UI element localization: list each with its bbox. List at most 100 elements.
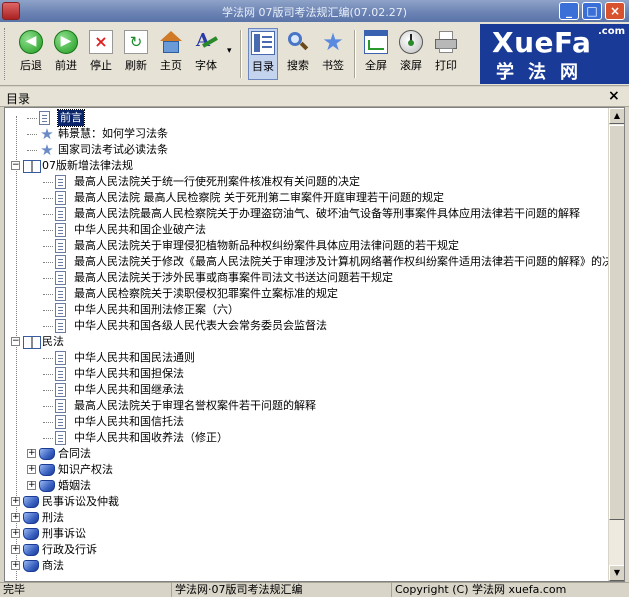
expand-icon[interactable]: + (11, 529, 20, 538)
back-button[interactable]: ◀ 后退 (16, 28, 46, 80)
tree-item[interactable]: + 行政及行诉 (5, 542, 608, 558)
folder-gem-icon (39, 464, 55, 476)
tree-item[interactable]: 最高人民法院关于统一行使死刑案件核准权有关问题的决定 (5, 174, 608, 190)
home-icon (159, 30, 183, 54)
status-copyright: Copyright (C) 学法网 xuefa.com (395, 583, 567, 596)
font-button[interactable]: A 字体 (191, 28, 221, 80)
tree-item-label: 最高人民法院关于统一行使死刑案件核准权有关问题的决定 (74, 175, 360, 188)
tree-item[interactable]: 最高人民检察院关于渎职侵权犯罪案件立案标准的规定 (5, 286, 608, 302)
expand-icon[interactable]: + (11, 561, 20, 570)
close-button[interactable]: × (605, 2, 625, 20)
toolbar-separator (240, 30, 242, 78)
forward-button[interactable]: ▶ 前进 (51, 28, 81, 80)
open-book-icon (23, 160, 41, 173)
tree-item[interactable]: 前言 (5, 109, 608, 127)
document-icon (55, 223, 66, 237)
tree-guide-line (43, 358, 53, 359)
tree-item[interactable]: − 07版新增法律法规 (5, 158, 608, 174)
minimize-button[interactable]: _ (559, 2, 579, 20)
xuefa-logo: XueFa .com 学法网 (480, 24, 629, 84)
tree-item[interactable]: ★ 韩景慧：如何学习法条 (5, 126, 608, 142)
tree-guide-line (43, 278, 53, 279)
tree-item[interactable]: + 婚姻法 (5, 478, 608, 494)
tree-item[interactable]: 中华人民共和国担保法 (5, 366, 608, 382)
tree-guide-line (43, 374, 53, 375)
maximize-button[interactable]: □ (582, 2, 602, 20)
tree-item[interactable]: 最高人民法院关于审理名誉权案件若干问题的解释 (5, 398, 608, 414)
collapse-icon[interactable]: − (11, 337, 20, 346)
tree-item[interactable]: 中华人民共和国刑法修正案（六） (5, 302, 608, 318)
tree-item-label: 行政及行诉 (42, 543, 97, 556)
autoscroll-button[interactable]: 滚屏 (396, 28, 426, 80)
tree-guide-line (43, 310, 53, 311)
tree-item[interactable]: 中华人民共和国民法通则 (5, 350, 608, 366)
toolbar-grip[interactable] (4, 28, 7, 80)
folder-gem-icon (23, 560, 39, 572)
tree-item[interactable]: + 民事诉讼及仲裁 (5, 494, 608, 510)
search-icon (286, 30, 310, 54)
tree-item[interactable]: 中华人民共和国信托法 (5, 414, 608, 430)
status-state: 完毕 (0, 583, 172, 597)
expand-icon[interactable]: + (27, 481, 36, 490)
tree-item-label: 中华人民共和国企业破产法 (74, 223, 206, 236)
bookmark-label: 书签 (322, 59, 344, 72)
home-button[interactable]: 主页 (156, 28, 186, 80)
status-app: 学法网·07版司考法规汇编 (172, 583, 392, 597)
font-dropdown-arrow-icon[interactable]: ▾ (227, 46, 232, 56)
panel-close-icon[interactable]: × (608, 88, 620, 104)
scroll-down-icon[interactable]: ▼ (609, 565, 624, 581)
document-icon (55, 271, 66, 285)
search-button[interactable]: 搜索 (283, 28, 313, 80)
document-icon (55, 175, 66, 189)
vertical-scrollbar[interactable]: ▲ ▼ (608, 108, 624, 581)
tree-item[interactable]: 中华人民共和国继承法 (5, 382, 608, 398)
tree-item[interactable]: 最高人民法院关于修改《最高人民法院关于审理涉及计算机网络著作权纠纷案件适用法律若… (5, 254, 608, 270)
tree-guide-line (43, 390, 53, 391)
scroll-thumb[interactable] (609, 125, 624, 520)
tree-guide-line (43, 406, 53, 407)
font-label: 字体 (195, 59, 217, 72)
tree-item-label: 商法 (42, 559, 64, 572)
expand-icon[interactable]: + (11, 513, 20, 522)
star-icon: ★ (40, 125, 54, 143)
tree-item[interactable]: 最高人民法院 最高人民检察院 关于死刑第二审案件开庭审理若干问题的规定 (5, 190, 608, 206)
bookmark-star-icon: ★ (322, 28, 344, 56)
tree-item[interactable]: + 刑法 (5, 510, 608, 526)
tree-item[interactable]: 中华人民共和国收养法（修正） (5, 430, 608, 446)
bookmark-button[interactable]: ★ 书签 (318, 28, 348, 80)
folder-gem-icon (23, 496, 39, 508)
tree-guide-line (43, 230, 53, 231)
tree-item[interactable]: + 合同法 (5, 446, 608, 462)
tree-item[interactable]: + 刑事诉讼 (5, 526, 608, 542)
tree-item[interactable]: 最高人民法院最高人民检察院关于办理盗窃油气、破坏油气设备等刑事案件具体应用法律若… (5, 206, 608, 222)
collapse-icon[interactable]: − (11, 161, 20, 170)
tree-item[interactable]: − 民法 (5, 334, 608, 350)
toc-button[interactable]: 目录 (248, 28, 278, 80)
tree-item-label: 刑法 (42, 511, 64, 524)
tree-item[interactable]: 最高人民法院关于审理侵犯植物新品种权纠纷案件具体应用法律问题的若干规定 (5, 238, 608, 254)
expand-icon[interactable]: + (27, 465, 36, 474)
back-arrow-icon: ◀ (19, 30, 43, 54)
toc-tree[interactable]: 前言 ★ 韩景慧：如何学习法条 ★ 国家司法考试必读法条 − 07版新增法律法规 最高人民法院… (5, 108, 608, 581)
scroll-up-icon[interactable]: ▲ (609, 108, 624, 124)
expand-icon[interactable]: + (27, 449, 36, 458)
refresh-icon: ↻ (124, 30, 148, 54)
stop-button[interactable]: × 停止 (86, 28, 116, 80)
open-book-icon (23, 336, 41, 349)
tree-item[interactable]: 最高人民法院关于涉外民事或商事案件司法文书送达问题若干规定 (5, 270, 608, 286)
tree-guide-line (27, 150, 37, 151)
print-button[interactable]: 打印 (431, 28, 461, 80)
tree-item[interactable]: 中华人民共和国企业破产法 (5, 222, 608, 238)
tree-item-label: 最高人民法院最高人民检察院关于办理盗窃油气、破坏油气设备等刑事案件具体应用法律若… (74, 207, 580, 220)
tree-item[interactable]: ★ 国家司法考试必读法条 (5, 142, 608, 158)
logo-chinese: 学法网 (496, 62, 592, 83)
tree-guide-line (43, 422, 53, 423)
expand-icon[interactable]: + (11, 545, 20, 554)
tree-item[interactable]: 中华人民共和国各级人民代表大会常务委员会监督法 (5, 318, 608, 334)
document-icon (55, 367, 66, 381)
expand-icon[interactable]: + (11, 497, 20, 506)
tree-item[interactable]: + 商法 (5, 558, 608, 574)
refresh-button[interactable]: ↻ 刷新 (121, 28, 151, 80)
fullscreen-button[interactable]: 全屏 (361, 28, 391, 80)
tree-item[interactable]: + 知识产权法 (5, 462, 608, 478)
